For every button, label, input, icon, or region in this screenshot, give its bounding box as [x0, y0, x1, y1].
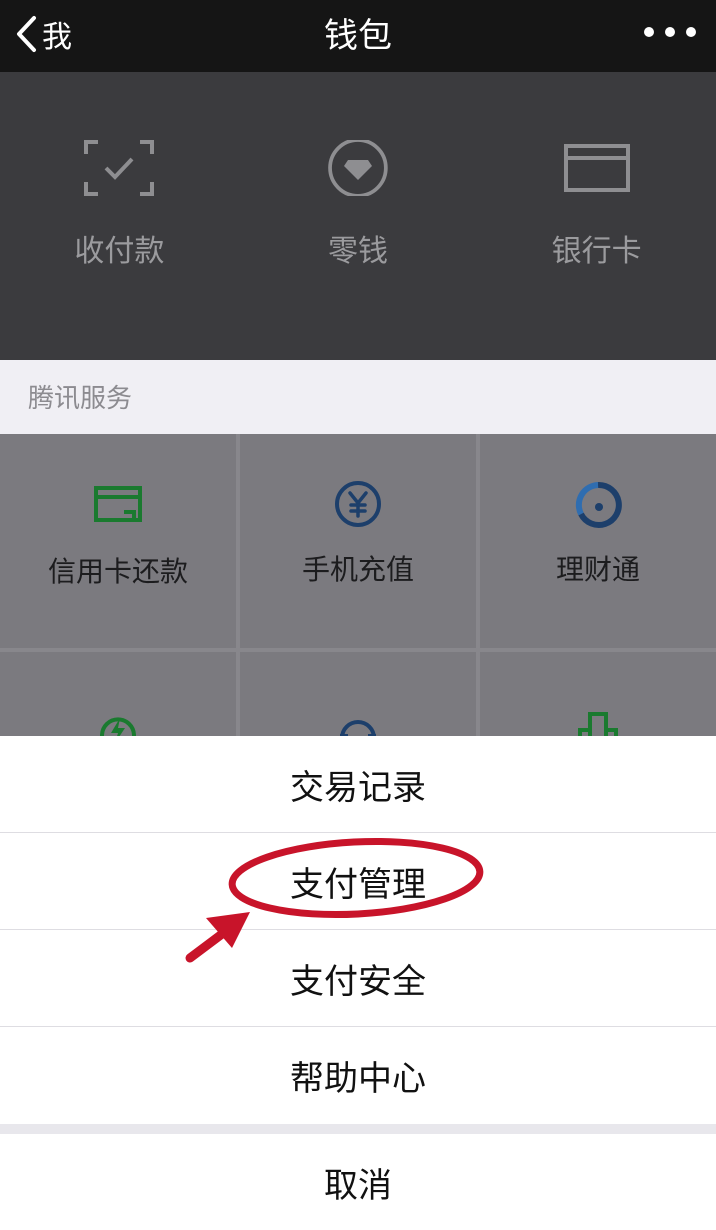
- service-label: 理财通: [555, 553, 640, 586]
- sheet-item-help-center[interactable]: 帮助中心: [0, 1027, 716, 1123]
- wallet-change-button[interactable]: 零钱: [239, 72, 478, 360]
- bank-card-icon: [563, 144, 630, 192]
- wallet-item-label: 银行卡: [551, 234, 642, 269]
- section-title: 腾讯服务: [28, 384, 133, 414]
- service-label: 信用卡还款: [47, 555, 188, 588]
- wallet-header: 收付款 零钱 银行卡: [0, 72, 716, 360]
- more-button[interactable]: [644, 14, 696, 50]
- more-dot: [644, 27, 654, 37]
- sheet-gap: [0, 1124, 716, 1134]
- sheet-item-payment-management[interactable]: 支付管理: [0, 833, 716, 929]
- more-dot: [665, 27, 675, 37]
- yen-icon: [335, 481, 381, 527]
- service-label: 手机充值: [301, 553, 414, 586]
- sheet-item-transactions[interactable]: 交易记录: [0, 736, 716, 832]
- wealth-icon: [575, 481, 622, 528]
- wallet-bank-card-button[interactable]: 银行卡: [477, 72, 716, 360]
- page-title: 钱包: [324, 15, 392, 56]
- wallet-pay-receive-button[interactable]: 收付款: [0, 72, 239, 360]
- nav-bar: 我 钱包: [0, 0, 716, 72]
- cancel-button[interactable]: 取消: [0, 1134, 716, 1230]
- service-wealth[interactable]: 理财通: [480, 434, 716, 648]
- diamond-icon: [328, 140, 388, 196]
- scan-pay-icon: [84, 140, 155, 196]
- credit-card-icon: [94, 486, 142, 522]
- wallet-item-label: 收付款: [74, 234, 165, 269]
- more-dot: [686, 27, 696, 37]
- service-mobile-topup[interactable]: 手机充值: [240, 434, 476, 648]
- sheet-item-payment-security[interactable]: 支付安全: [0, 930, 716, 1026]
- wallet-item-label: 零钱: [328, 234, 388, 269]
- service-credit-card-repay[interactable]: 信用卡还款: [0, 434, 236, 648]
- action-sheet: 交易记录 支付管理 支付安全 帮助中心 取消: [0, 736, 716, 1230]
